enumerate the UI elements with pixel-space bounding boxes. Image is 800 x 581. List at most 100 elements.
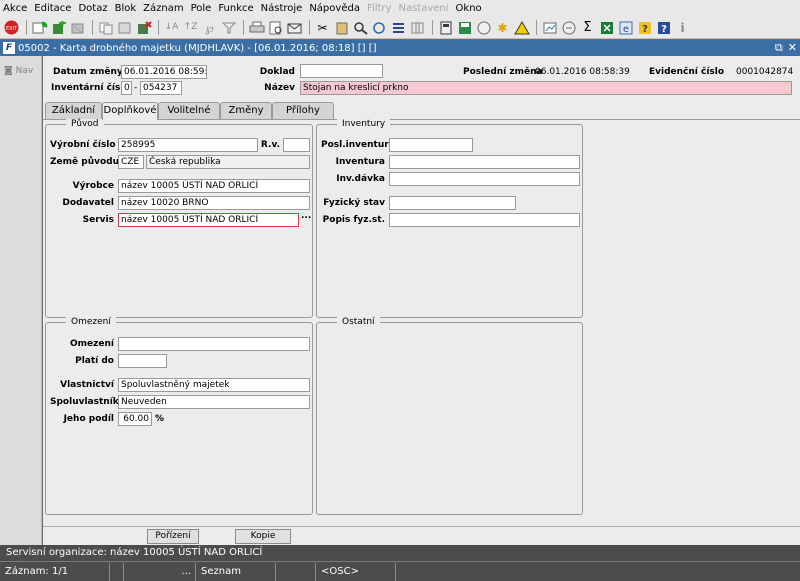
- jeho-podil-field[interactable]: 60.00: [118, 412, 152, 426]
- menu-item-1[interactable]: Editace: [34, 3, 71, 14]
- posl-inventura-field[interactable]: [389, 138, 473, 152]
- tab-strip: Základní Doplňkové Volitelné Změny Přílo…: [43, 102, 800, 120]
- calc-icon[interactable]: [437, 19, 454, 36]
- omezeni-field[interactable]: [118, 337, 310, 351]
- svg-text:?: ?: [661, 24, 667, 35]
- tab-zmeny[interactable]: Změny: [220, 102, 272, 119]
- tree-icon[interactable]: [116, 19, 133, 36]
- query-icon[interactable]: ℘: [201, 19, 218, 36]
- spoluvlastnik-field[interactable]: Neuveden: [118, 395, 310, 409]
- menu-item-5[interactable]: Pole: [191, 3, 212, 14]
- menu-item-3[interactable]: Blok: [115, 3, 137, 14]
- exit-icon[interactable]: EXIT: [3, 19, 20, 36]
- doklad-field[interactable]: [300, 64, 383, 78]
- group-inventury: Inventury Posl.inventura Inventura Inv.d…: [316, 119, 583, 318]
- tab-prilohy[interactable]: Přílohy: [272, 102, 334, 119]
- grid-icon[interactable]: [409, 19, 426, 36]
- web-icon[interactable]: e: [617, 19, 634, 36]
- paste-icon[interactable]: [333, 19, 350, 36]
- app-logo-icon: F: [3, 42, 15, 54]
- toolbar-separator: [243, 20, 244, 35]
- question-icon[interactable]: ?: [655, 19, 672, 36]
- form-panel: Datum změny 06.01.2016 08:59:59 Doklad P…: [43, 56, 800, 545]
- zeme-puvodu-label: Země původu: [50, 157, 119, 167]
- close-icon[interactable]: ✕: [788, 41, 797, 55]
- restore-icon[interactable]: ⧉: [775, 41, 783, 55]
- status-cell-empty: [110, 563, 124, 581]
- warning-icon[interactable]: [513, 19, 530, 36]
- excel-icon[interactable]: [598, 19, 615, 36]
- inventarni-cislo-prefix-field[interactable]: 0: [121, 81, 132, 95]
- mail-icon[interactable]: [286, 19, 303, 36]
- datum-zmeny-field[interactable]: 06.01.2016 08:59:59: [121, 65, 207, 79]
- rv-field[interactable]: [283, 138, 310, 152]
- sum-icon[interactable]: Σ: [579, 19, 596, 36]
- inventarni-cislo-field[interactable]: 054237: [140, 81, 182, 95]
- toolbar-separator: [26, 20, 27, 35]
- chart-icon[interactable]: [541, 19, 558, 36]
- nazev-field[interactable]: Stojan na kreslicí prkno: [300, 81, 792, 95]
- nav-label: Nav: [15, 66, 34, 76]
- tab-content: Původ Výrobní číslo 258995 R.v. Země pův…: [43, 119, 800, 545]
- vyrobce-field[interactable]: název 10005 ÚSTÍ NAD ORLICÍ: [118, 179, 310, 193]
- menu-item-0[interactable]: Akce: [3, 3, 27, 14]
- nav-icon: ◙: [4, 66, 13, 76]
- refresh-icon[interactable]: [371, 19, 388, 36]
- fyzicky-stav-field[interactable]: [389, 196, 516, 210]
- info-icon[interactable]: i: [674, 19, 691, 36]
- dodavatel-field[interactable]: název 10020 BRNO: [118, 196, 310, 210]
- servis-field[interactable]: název 10005 ÚSTÍ NAD ORLICÍ: [118, 213, 299, 227]
- delete-icon[interactable]: [69, 19, 86, 36]
- inventura-field[interactable]: [389, 155, 580, 169]
- preview-icon[interactable]: [267, 19, 284, 36]
- nav-button[interactable]: ◙ Nav: [4, 66, 41, 76]
- inv-davka-field[interactable]: [389, 172, 580, 186]
- menu-item-7[interactable]: Nástroje: [261, 3, 303, 14]
- star-icon[interactable]: ✱: [494, 19, 511, 36]
- sort-desc-icon[interactable]: ↑Z: [182, 19, 199, 36]
- menu-item-2[interactable]: Dotaz: [78, 3, 107, 14]
- servis-lookup-button[interactable]: ...: [301, 211, 311, 221]
- find-icon[interactable]: [352, 19, 369, 36]
- percent-label: %: [155, 414, 165, 424]
- toolbar: EXIT ↓A ↑Z ℘ ✂ ✱ Σ e ? ? i: [0, 17, 800, 39]
- vyrobni-cislo-field[interactable]: 258995: [118, 138, 258, 152]
- menu-item-11[interactable]: Okno: [456, 3, 482, 14]
- print-icon[interactable]: [248, 19, 265, 36]
- tab-volitelne[interactable]: Volitelné: [158, 102, 220, 119]
- attach-icon[interactable]: [560, 19, 577, 36]
- insert-icon[interactable]: [50, 19, 67, 36]
- globe-icon[interactable]: [475, 19, 492, 36]
- cut-icon[interactable]: ✂: [314, 19, 331, 36]
- menu-item-8[interactable]: Nápověda: [309, 3, 360, 14]
- vyrobce-label: Výrobce: [72, 181, 114, 191]
- help-icon[interactable]: ?: [636, 19, 653, 36]
- new-record-icon[interactable]: [31, 19, 48, 36]
- tab-doplnkove[interactable]: Doplňkové: [102, 102, 158, 120]
- remove-icon[interactable]: [135, 19, 152, 36]
- vyrobni-cislo-label: Výrobní číslo: [50, 140, 116, 150]
- menu-item-6[interactable]: Funkce: [218, 3, 253, 14]
- porizeni-button[interactable]: Pořízení: [147, 529, 199, 544]
- list-icon[interactable]: [390, 19, 407, 36]
- svg-text:e: e: [622, 24, 628, 35]
- plati-do-field[interactable]: [118, 354, 167, 368]
- status-osc: <OSC>: [316, 563, 396, 581]
- inv-davka-label: Inv.dávka: [336, 174, 385, 184]
- copy-icon[interactable]: [97, 19, 114, 36]
- filter-icon[interactable]: [220, 19, 237, 36]
- button-row: Pořízení Kopie: [43, 526, 800, 545]
- menu-item-9[interactable]: Filtry: [367, 3, 392, 14]
- menu-item-4[interactable]: Záznam: [143, 3, 183, 14]
- group-inventury-title: Inventury: [337, 119, 391, 129]
- save-icon[interactable]: [456, 19, 473, 36]
- spoluvlastnik-label: Spoluvlastník: [50, 397, 119, 407]
- kopie-button[interactable]: Kopie: [235, 529, 291, 544]
- tab-zakladni[interactable]: Základní: [45, 102, 102, 119]
- vlastnictvi-field[interactable]: Spoluvlastněný majetek: [118, 378, 310, 392]
- menu-item-10[interactable]: Nastavení: [398, 3, 448, 14]
- zeme-kod-field[interactable]: CZE: [118, 155, 144, 169]
- popis-fyz-st-field[interactable]: [389, 213, 580, 227]
- posledni-zmena-value: 06.01.2016 08:58:39: [535, 67, 630, 77]
- sort-asc-icon[interactable]: ↓A: [163, 19, 180, 36]
